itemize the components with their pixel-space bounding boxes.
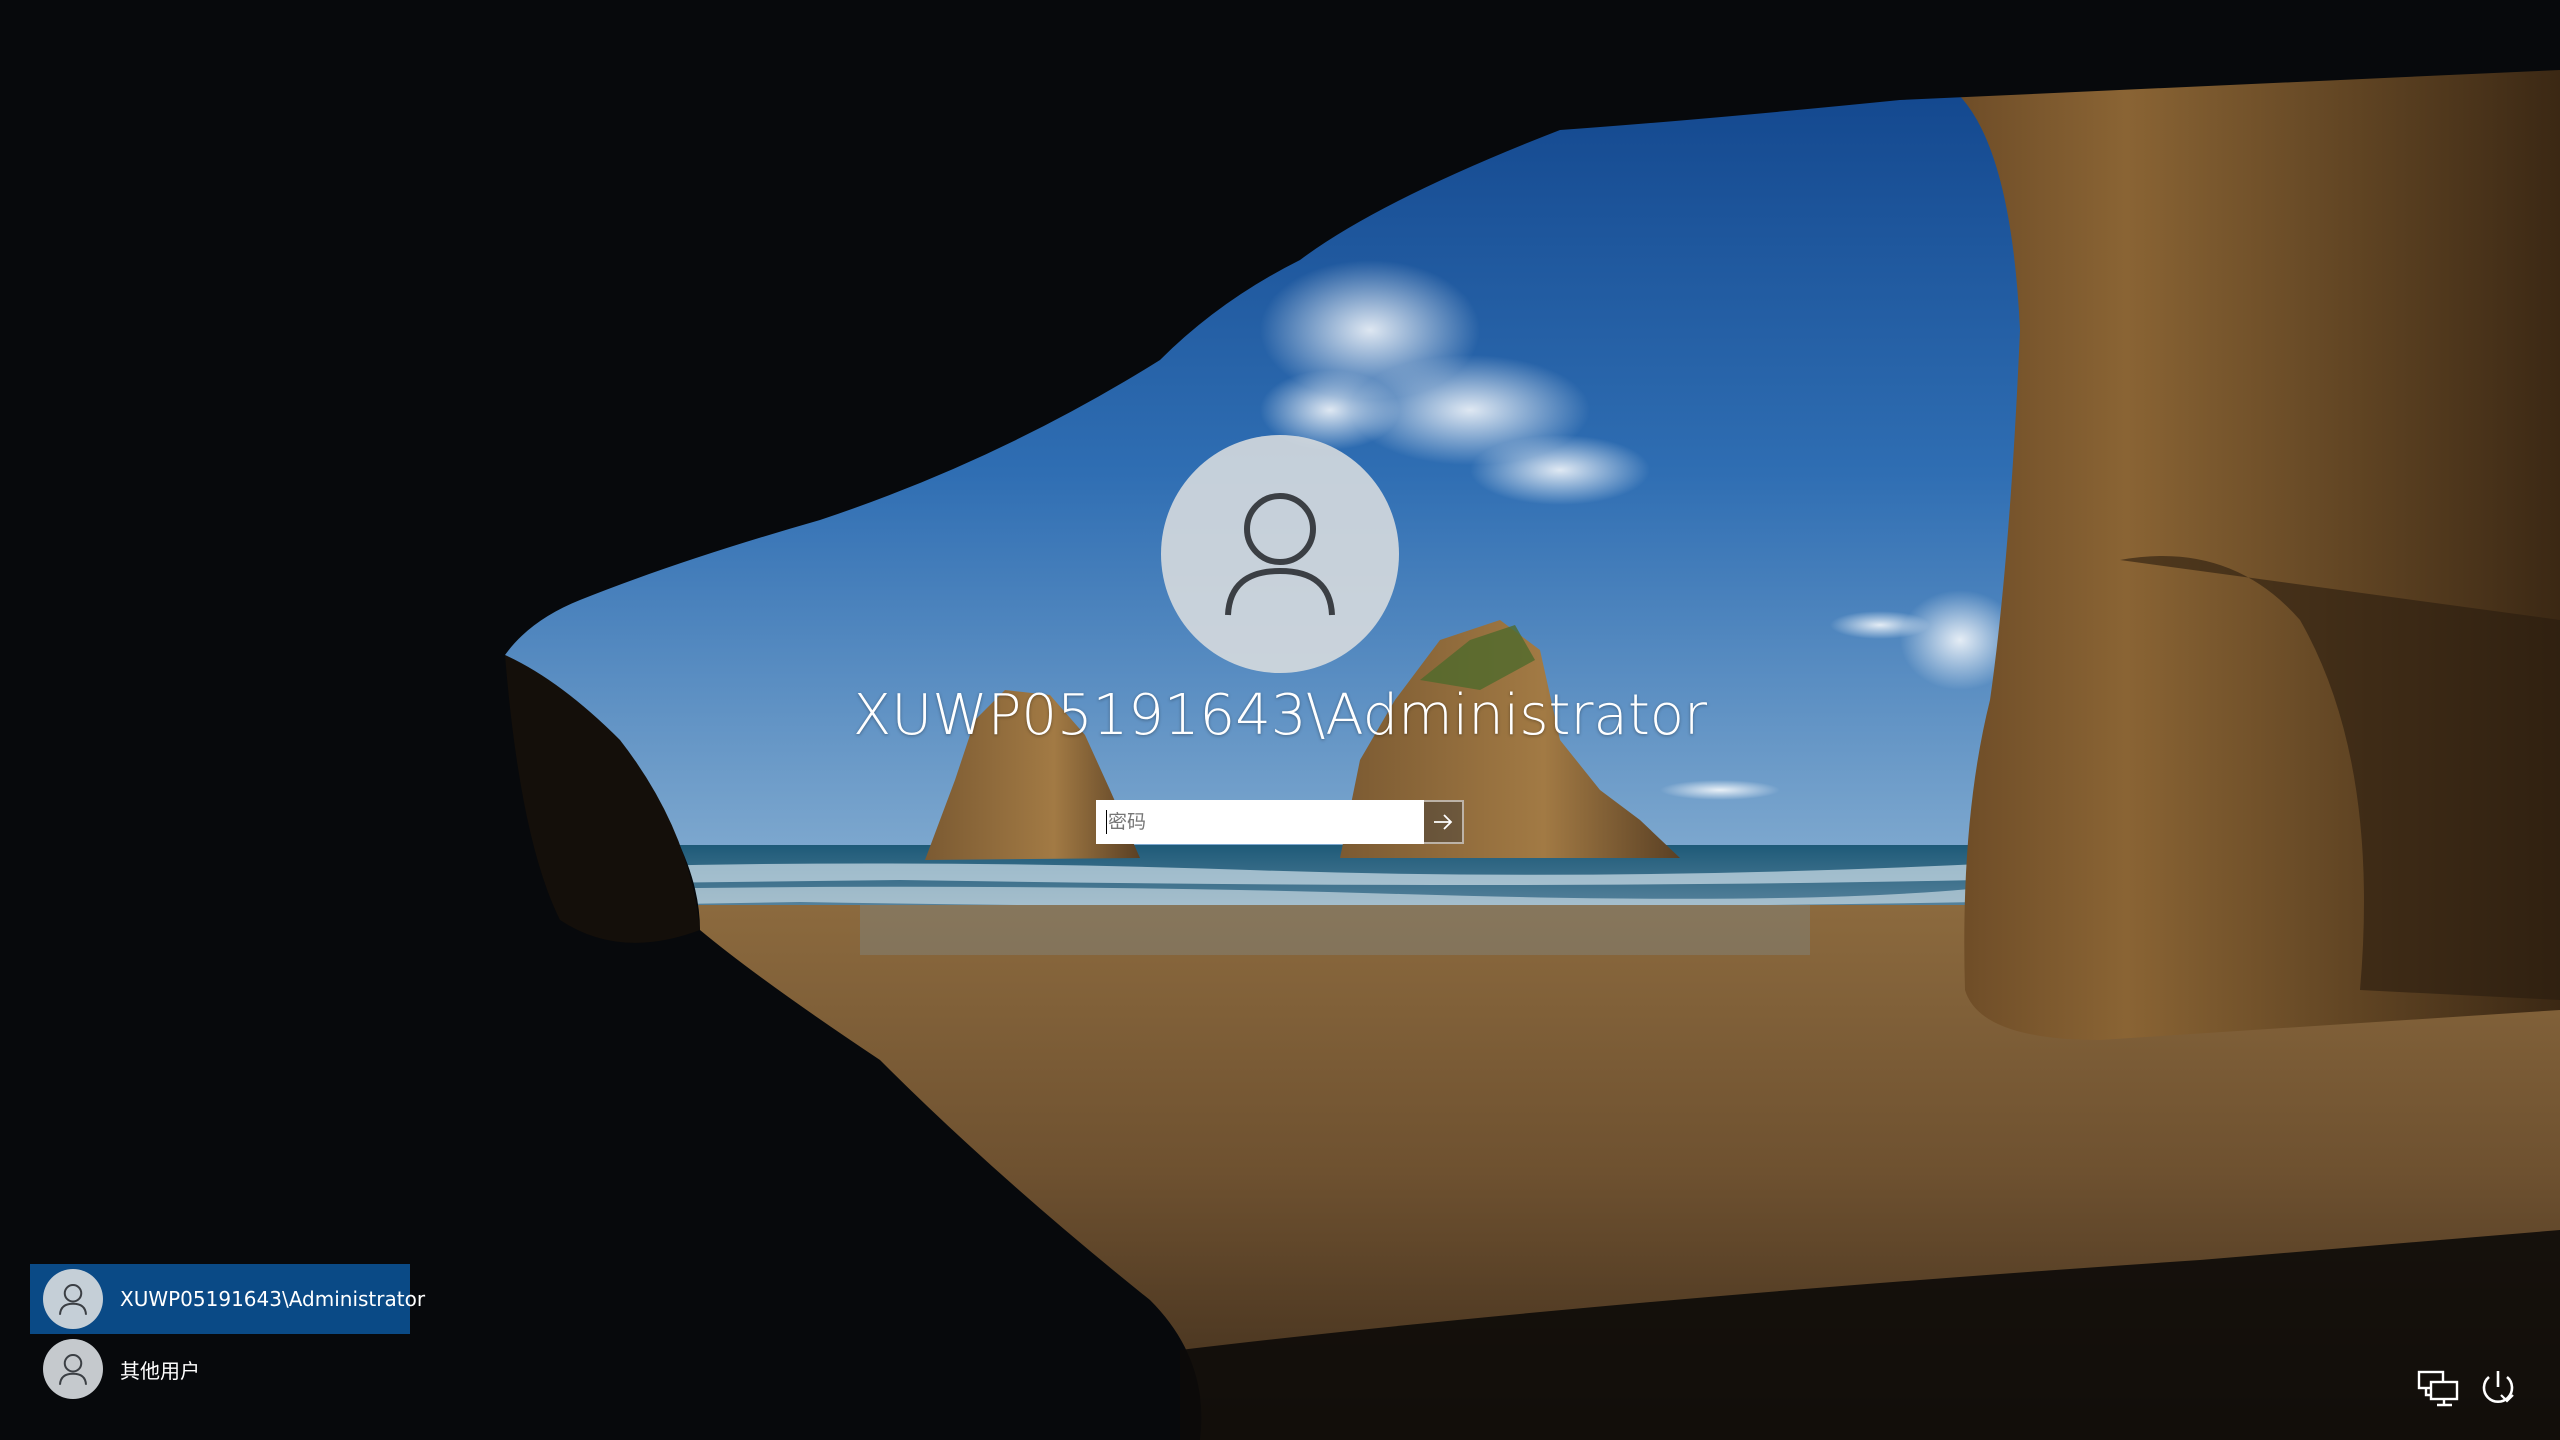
user-tile-other-user[interactable]: 其他用户 (30, 1334, 410, 1404)
network-button[interactable] (2410, 1360, 2466, 1416)
user-icon (59, 1353, 87, 1385)
user-icon (1225, 493, 1335, 616)
password-field[interactable] (1096, 800, 1424, 844)
user-tile-administrator[interactable]: XUWP05191643\Administrator (30, 1264, 425, 1334)
user-icon (59, 1283, 87, 1315)
user-avatar-small (43, 1339, 103, 1399)
submit-button[interactable] (1424, 800, 1464, 844)
network-icon (2417, 1370, 2459, 1407)
user-list: XUWP05191643\Administrator 其他用户 (30, 1264, 425, 1404)
password-row (1096, 800, 1464, 844)
user-tile-label: XUWP05191643\Administrator (120, 1287, 426, 1311)
power-button[interactable] (2470, 1360, 2526, 1416)
user-tile-label: 其他用户 (120, 1358, 200, 1383)
text-caret (1106, 810, 1107, 834)
power-icon (2482, 1371, 2514, 1404)
arrow-right-icon (1434, 814, 1453, 830)
user-avatar-large (1161, 435, 1399, 673)
lock-screen: XUWP05191643\Administrator XUWP05191643\… (0, 0, 2560, 1440)
user-name-heading: XUWP05191643\Administrator (852, 683, 1708, 748)
user-avatar-small (43, 1269, 103, 1329)
